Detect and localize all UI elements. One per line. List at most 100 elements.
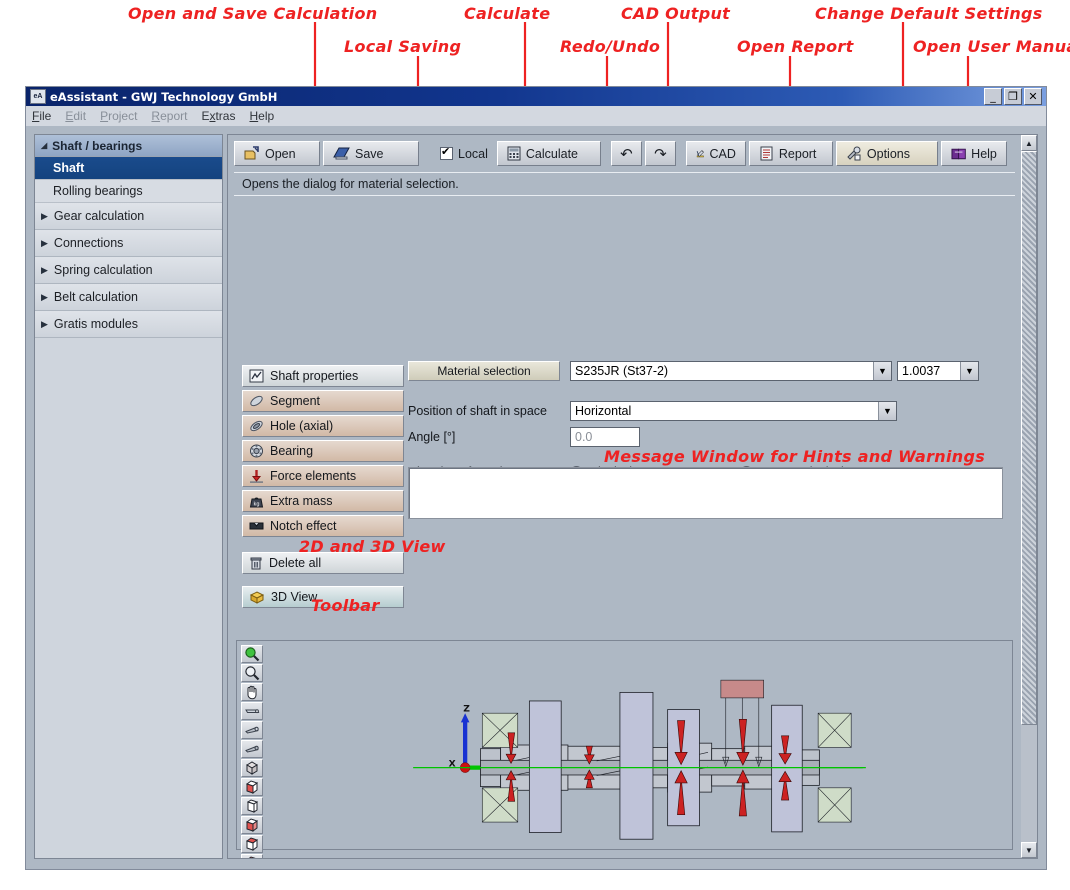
sidebar-item-gratis-modules[interactable]: ▶ Gratis modules	[35, 311, 222, 338]
viewer-panel: Z Y X	[236, 640, 1013, 850]
annotation-toolbar: Toolbar	[311, 596, 380, 615]
notch-effect-button[interactable]: Notch effect	[242, 515, 404, 537]
shade-flat-icon-button[interactable]	[241, 702, 263, 720]
application-window: eA eAssistant - GWJ Technology GmbH _ ❐ …	[25, 86, 1047, 870]
help-book-icon	[951, 146, 966, 161]
element-button-column: Shaft properties Segment Hole (axial)	[242, 365, 404, 611]
zoom-icon-button[interactable]	[241, 664, 263, 682]
view-back-icon	[244, 817, 260, 833]
undo-button[interactable]: ↶	[611, 141, 642, 166]
menu-file[interactable]: File	[32, 109, 51, 123]
menu-help[interactable]: Help	[249, 109, 274, 123]
view-top-icon-button[interactable]	[241, 854, 263, 859]
shaft-properties-button[interactable]: Shaft properties	[242, 365, 404, 387]
view-right-icon-button[interactable]	[241, 835, 263, 853]
scroll-track[interactable]	[1021, 151, 1037, 842]
scroll-thumb[interactable]	[1021, 151, 1037, 725]
chart-icon	[249, 369, 264, 383]
hole-axial-button[interactable]: Hole (axial)	[242, 415, 404, 437]
calculate-button[interactable]: Calculate	[497, 141, 601, 166]
chevron-down-icon[interactable]: ▼	[960, 362, 978, 380]
local-checkbox[interactable]: Local	[434, 147, 494, 161]
sidebar-item-shaft[interactable]: Shaft	[35, 157, 222, 180]
extra-mass-button[interactable]: kg Extra mass	[242, 490, 404, 512]
title-bar: eA eAssistant - GWJ Technology GmbH _ ❐ …	[26, 87, 1046, 106]
sidebar-item-gear-calculation-label: Gear calculation	[54, 209, 144, 223]
menu-edit[interactable]: Edit	[65, 109, 86, 123]
open-button[interactable]: Open	[234, 141, 320, 166]
save-button[interactable]: Save	[323, 141, 419, 166]
content-panel: Open Save Local Calculate	[227, 134, 1021, 859]
material-selection-button[interactable]: Material selection	[408, 361, 560, 381]
cad-pencil-icon	[696, 146, 705, 161]
annotation-redo-undo: Redo/Undo	[560, 37, 660, 56]
pan-hand-icon	[244, 684, 260, 700]
options-button[interactable]: Options	[836, 141, 938, 166]
sidebar-item-connections-label: Connections	[54, 236, 124, 250]
menu-extras[interactable]: Extras	[201, 109, 235, 123]
shaft-viewport[interactable]: Z Y X	[267, 641, 1012, 849]
weight-icon: kg	[249, 494, 264, 508]
angle-input[interactable]: 0.0	[570, 427, 640, 447]
segment-button[interactable]: Segment	[242, 390, 404, 412]
scroll-up-button[interactable]: ▲	[1021, 135, 1037, 151]
shade-cone-icon	[244, 722, 260, 738]
zoom-in-icon-button[interactable]	[241, 645, 263, 663]
chevron-down-icon[interactable]: ▼	[873, 362, 891, 380]
sidebar-item-connections[interactable]: ▶ Connections	[35, 230, 222, 257]
menu-project[interactable]: Project	[100, 109, 137, 123]
close-button[interactable]: ✕	[1024, 88, 1042, 105]
pan-hand-icon-button[interactable]	[241, 683, 263, 701]
material-number-combo[interactable]: 1.0037 ▼	[897, 361, 979, 381]
shade-flat-icon	[244, 703, 260, 719]
help-button-label: Help	[971, 147, 997, 161]
sidebar-item-spring-calculation[interactable]: ▶ Spring calculation	[35, 257, 222, 284]
menu-report[interactable]: Report	[151, 109, 187, 123]
scroll-down-button[interactable]: ▼	[1021, 842, 1037, 858]
sidebar-group-shaft-bearings[interactable]: ◢ Shaft / bearings	[35, 135, 222, 157]
menu-file-rest: ile	[39, 109, 51, 123]
minimize-button[interactable]: _	[984, 88, 1002, 105]
chevron-down-icon[interactable]: ▼	[878, 402, 896, 420]
cylinder-icon	[249, 394, 264, 408]
annotation-change-default-settings: Change Default Settings	[815, 4, 1043, 23]
sidebar-item-gear-calculation[interactable]: ▶ Gear calculation	[35, 203, 222, 230]
bearing-button[interactable]: Bearing	[242, 440, 404, 462]
material-combo[interactable]: S235JR (St37-2) ▼	[570, 361, 892, 381]
sidebar-group-label: Shaft / bearings	[52, 139, 142, 153]
shade-cone-icon-button[interactable]	[241, 721, 263, 739]
view-top-icon	[244, 855, 260, 859]
menu-bar: File Edit Project Report Extras Help	[26, 106, 1046, 127]
sidebar-item-belt-calculation-label: Belt calculation	[54, 290, 138, 304]
shaft-drawing: Z Y X	[267, 641, 1012, 849]
sidebar-item-belt-calculation[interactable]: ▶ Belt calculation	[35, 284, 222, 311]
view-iso-icon-button[interactable]	[241, 759, 263, 777]
annotation-open-user-manual: Open User Manual	[913, 37, 1070, 56]
annotation-calculate: Calculate	[464, 4, 550, 23]
force-elements-button[interactable]: Force elements	[242, 465, 404, 487]
triangle-right-icon: ▶	[41, 319, 48, 330]
view-left-icon	[244, 798, 260, 814]
open-button-label: Open	[265, 147, 296, 161]
position-combo-value: Horizontal	[571, 404, 878, 418]
shade-cone-alt-icon	[244, 741, 260, 757]
view-left-icon-button[interactable]	[241, 797, 263, 815]
main-toolbar: Open Save Local Calculate	[234, 139, 1015, 168]
sidebar: ◢ Shaft / bearings Shaft Rolling bearing…	[34, 134, 223, 859]
shade-cone-alt-icon-button[interactable]	[241, 740, 263, 758]
vertical-scrollbar[interactable]: ▲ ▼	[1021, 134, 1038, 859]
view-back-icon-button[interactable]	[241, 816, 263, 834]
material-row: Material selection S235JR (St37-2) ▼ 1.0…	[408, 361, 1003, 381]
position-combo[interactable]: Horizontal ▼	[570, 401, 897, 421]
annotation-open-save: Open and Save Calculation	[128, 4, 377, 23]
maximize-button[interactable]: ❐	[1004, 88, 1022, 105]
sidebar-filler	[35, 338, 222, 858]
redo-arrow-icon: ↷	[654, 145, 667, 163]
help-button[interactable]: Help	[941, 141, 1007, 166]
cad-button[interactable]: CAD	[686, 141, 746, 166]
report-button[interactable]: Report	[749, 141, 833, 166]
sidebar-item-rolling-bearings[interactable]: Rolling bearings	[35, 180, 222, 203]
tools-gear-icon	[846, 146, 862, 161]
view-front-icon-button[interactable]	[241, 778, 263, 796]
redo-button[interactable]: ↷	[645, 141, 676, 166]
